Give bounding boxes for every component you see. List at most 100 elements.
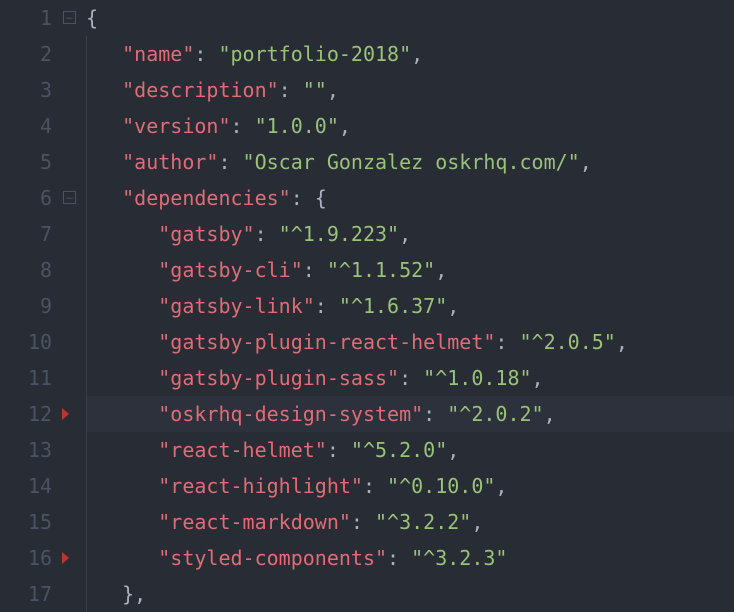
code-line[interactable]: "gatsby": "^1.9.223",	[86, 216, 734, 252]
token-colon: :	[279, 78, 303, 102]
token-comma: ,	[580, 150, 592, 174]
token-key: "react-helmet"	[158, 438, 327, 462]
code-line[interactable]: "react-highlight": "^0.10.0",	[86, 468, 734, 504]
indent-guide	[86, 216, 87, 252]
line-number-gutter: 1−23456−7891011121314151617	[0, 0, 62, 612]
indent	[86, 546, 158, 570]
token-str: "portfolio-2018"	[218, 42, 411, 66]
token-colon: :	[231, 114, 255, 138]
indent-guide	[86, 36, 87, 72]
token-comma: ,	[616, 330, 628, 354]
token-key: "styled-components"	[158, 546, 387, 570]
token-comma: ,	[435, 258, 447, 282]
indent	[86, 294, 158, 318]
indent-guide	[86, 468, 87, 504]
token-colon: :	[327, 438, 351, 462]
token-key: "react-highlight"	[158, 474, 363, 498]
token-colon: :	[495, 330, 519, 354]
indent	[86, 330, 158, 354]
token-key: "name"	[122, 42, 194, 66]
indent	[86, 438, 158, 462]
code-line[interactable]: "description": "",	[86, 72, 734, 108]
indent	[86, 582, 122, 606]
token-str: "^3.2.2"	[375, 510, 471, 534]
token-key: "gatsby-plugin-sass"	[158, 366, 399, 390]
line-number: 14	[0, 468, 62, 504]
token-str: "^1.6.37"	[339, 294, 447, 318]
token-colon: :	[255, 222, 279, 246]
token-colon: :	[315, 294, 339, 318]
indent-guide	[86, 180, 87, 216]
code-line[interactable]: "dependencies": {	[86, 180, 734, 216]
indent	[86, 402, 158, 426]
code-line[interactable]: {	[86, 0, 734, 36]
code-line[interactable]: },	[86, 576, 734, 612]
token-brace: {	[86, 6, 98, 30]
token-str: "^0.10.0"	[387, 474, 495, 498]
token-comma: ,	[447, 438, 459, 462]
line-number: 7	[0, 216, 62, 252]
token-key: "version"	[122, 114, 230, 138]
token-comma: ,	[471, 510, 483, 534]
indent	[86, 366, 158, 390]
token-brace: }	[122, 582, 134, 606]
indent-guide	[86, 72, 87, 108]
token-comma: ,	[532, 366, 544, 390]
indent-guide	[86, 108, 87, 144]
code-line[interactable]: "gatsby-link": "^1.6.37",	[86, 288, 734, 324]
token-str: "^1.0.18"	[423, 366, 531, 390]
indent-guide	[86, 432, 87, 468]
token-colon: :	[303, 258, 327, 282]
token-colon: :	[387, 546, 411, 570]
line-number: 6−	[0, 180, 62, 216]
code-line[interactable]: "oskrhq-design-system": "^2.0.2",	[86, 396, 734, 432]
indent-guide	[86, 540, 87, 576]
token-str: "Oscar Gonzalez oskrhq.com/"	[243, 150, 580, 174]
token-key: "gatsby-link"	[158, 294, 315, 318]
indent	[86, 474, 158, 498]
line-number: 12	[0, 396, 62, 432]
indent	[86, 78, 122, 102]
code-line[interactable]: "gatsby-plugin-sass": "^1.0.18",	[86, 360, 734, 396]
line-number: 4	[0, 108, 62, 144]
token-colon: :	[399, 366, 423, 390]
line-number: 11	[0, 360, 62, 396]
code-line[interactable]: "author": "Oscar Gonzalez oskrhq.com/",	[86, 144, 734, 180]
code-line[interactable]: "styled-components": "^3.2.3"	[86, 540, 734, 576]
code-line[interactable]: "react-markdown": "^3.2.2",	[86, 504, 734, 540]
indent	[86, 258, 158, 282]
token-str: "^3.2.3"	[411, 546, 507, 570]
code-editor[interactable]: 1−23456−7891011121314151617 { "name": "p…	[0, 0, 734, 612]
line-number: 17	[0, 576, 62, 612]
code-area[interactable]: { "name": "portfolio-2018", "description…	[62, 0, 734, 612]
indent-guide	[86, 288, 87, 324]
code-line[interactable]: "version": "1.0.0",	[86, 108, 734, 144]
code-line[interactable]: "name": "portfolio-2018",	[86, 36, 734, 72]
indent-guide	[86, 252, 87, 288]
token-str: "^1.9.223"	[279, 222, 399, 246]
token-key: "author"	[122, 150, 218, 174]
token-colon: :	[194, 42, 218, 66]
token-str: "1.0.0"	[255, 114, 339, 138]
code-line[interactable]: "gatsby-cli": "^1.1.52",	[86, 252, 734, 288]
token-comma: ,	[134, 582, 146, 606]
line-number: 10	[0, 324, 62, 360]
token-comma: ,	[339, 114, 351, 138]
indent-guide	[86, 144, 87, 180]
code-line[interactable]: "react-helmet": "^5.2.0",	[86, 432, 734, 468]
token-comma: ,	[399, 222, 411, 246]
token-colon: :	[363, 474, 387, 498]
indent	[86, 42, 122, 66]
token-str: "^5.2.0"	[351, 438, 447, 462]
token-key: "description"	[122, 78, 279, 102]
line-number: 9	[0, 288, 62, 324]
line-number: 3	[0, 72, 62, 108]
token-colon: :	[218, 150, 242, 174]
line-number: 5	[0, 144, 62, 180]
token-key: "dependencies"	[122, 186, 291, 210]
indent	[86, 150, 122, 174]
token-str: "^2.0.5"	[520, 330, 616, 354]
code-line[interactable]: "gatsby-plugin-react-helmet": "^2.0.5",	[86, 324, 734, 360]
indent-guide	[86, 360, 87, 396]
token-comma: ,	[411, 42, 423, 66]
